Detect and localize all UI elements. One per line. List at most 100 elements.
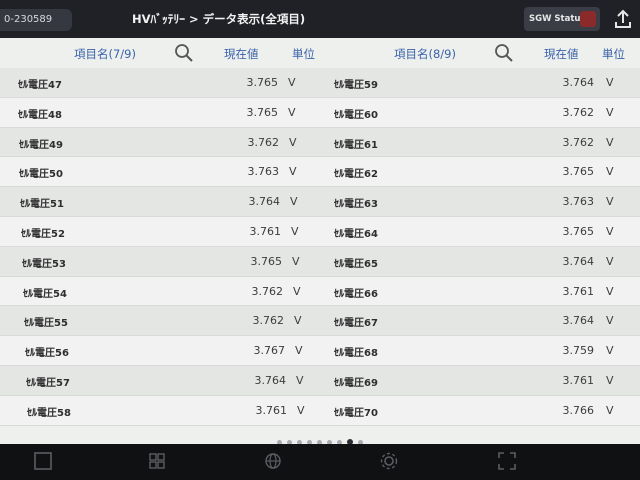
item-value: 3.765 <box>562 165 595 179</box>
table-row[interactable]: ｾﾙ電圧56 3.767 V ｾﾙ電圧68 3.759 V <box>0 336 640 366</box>
globe-icon[interactable] <box>262 450 284 472</box>
item-name: ｾﾙ電圧56 <box>25 348 69 360</box>
column-header-name-right: 項目名(8/9) <box>394 47 456 61</box>
item-name: ｾﾙ電圧70 <box>334 407 378 419</box>
item-unit: V <box>606 254 614 268</box>
vin-chip[interactable]: 0-230589 <box>0 9 72 31</box>
item-name: ｾﾙ電圧63 <box>334 199 378 211</box>
item-name: ｾﾙ電圧50 <box>19 169 63 181</box>
item-value: 3.763 <box>562 195 595 209</box>
table-row[interactable]: ｾﾙ電圧55 3.762 V ｾﾙ電圧67 3.764 V <box>0 306 640 337</box>
item-unit: V <box>606 165 614 179</box>
item-unit: V <box>606 403 614 417</box>
item-value: 3.762 <box>252 314 285 328</box>
item-name: ｾﾙ電圧53 <box>22 258 66 270</box>
sgw-status-icon <box>580 11 596 27</box>
page-title: HVﾊﾞｯﾃﾘｰ > データ表示(全項目) <box>132 12 306 26</box>
item-value: 3.765 <box>562 224 595 238</box>
item-name: ｾﾙ電圧66 <box>334 288 378 300</box>
grid-icon[interactable] <box>146 450 168 472</box>
table-row[interactable]: ｾﾙ電圧57 3.764 V ｾﾙ電圧69 3.761 V <box>0 365 640 396</box>
table-row[interactable]: ｾﾙ電圧50 3.763 V ｾﾙ電圧62 3.765 V <box>0 157 640 188</box>
gear-icon[interactable] <box>378 450 400 472</box>
item-unit: V <box>289 135 297 149</box>
export-icon[interactable] <box>612 8 634 30</box>
table-rows: ｾﾙ電圧47 3.765 V ｾﾙ電圧59 3.764 V ｾﾙ電圧48 3.765 V ｾﾙ電圧… <box>0 68 640 426</box>
item-unit: V <box>606 224 614 238</box>
fullscreen-icon[interactable] <box>496 450 518 472</box>
item-value: 3.766 <box>562 403 595 417</box>
item-value: 3.765 <box>246 105 279 119</box>
column-header-value-right: 現在値 <box>544 47 579 61</box>
item-unit: V <box>296 373 304 387</box>
item-value: 3.765 <box>246 76 279 89</box>
item-value: 3.762 <box>562 105 595 119</box>
table-row[interactable]: ｾﾙ電圧52 3.761 V ｾﾙ電圧64 3.765 V <box>0 216 640 247</box>
item-unit: V <box>291 224 299 238</box>
search-icon[interactable] <box>174 43 194 63</box>
item-name: ｾﾙ電圧54 <box>23 288 67 300</box>
table-row[interactable]: ｾﾙ電圧48 3.765 V ｾﾙ電圧60 3.762 V <box>0 97 640 128</box>
item-unit: V <box>288 105 296 119</box>
item-value: 3.764 <box>562 254 595 268</box>
item-name: ｾﾙ電圧55 <box>24 318 68 330</box>
item-name: ｾﾙ電圧60 <box>334 109 378 121</box>
item-value: 3.759 <box>562 344 595 358</box>
search-icon[interactable] <box>494 43 514 63</box>
table-row[interactable]: ｾﾙ電圧54 3.762 V ｾﾙ電圧66 3.761 V <box>0 276 640 307</box>
item-unit: V <box>295 344 303 358</box>
column-header-name-left: 項目名(7/9) <box>74 47 136 61</box>
item-value: 3.761 <box>562 284 595 298</box>
item-value: 3.764 <box>248 195 281 209</box>
column-header-value-left: 現在値 <box>224 47 259 61</box>
item-unit: V <box>297 403 305 417</box>
table-row[interactable]: ｾﾙ電圧49 3.762 V ｾﾙ電圧61 3.762 V <box>0 127 640 158</box>
item-name: ｾﾙ電圧67 <box>334 318 378 330</box>
item-unit: V <box>606 314 614 328</box>
page-indicator <box>0 430 640 445</box>
item-unit: V <box>289 165 297 179</box>
item-unit: V <box>606 373 614 387</box>
item-value: 3.764 <box>254 373 287 387</box>
item-value: 3.767 <box>253 344 286 358</box>
item-value: 3.764 <box>562 76 595 89</box>
table-row[interactable]: ｾﾙ電圧47 3.765 V ｾﾙ電圧59 3.764 V <box>0 68 640 98</box>
item-value: 3.761 <box>255 403 288 417</box>
sgw-status-button[interactable]: SGW Status <box>524 7 600 31</box>
item-name: ｾﾙ電圧61 <box>334 139 378 151</box>
item-value: 3.762 <box>562 135 595 149</box>
item-unit: V <box>292 254 300 268</box>
bottom-nav <box>0 444 640 480</box>
item-unit: V <box>288 76 296 89</box>
table-row[interactable]: ｾﾙ電圧58 3.761 V ｾﾙ電圧70 3.766 V <box>0 395 640 426</box>
item-name: ｾﾙ電圧69 <box>334 377 378 389</box>
item-name: ｾﾙ電圧48 <box>18 109 62 121</box>
square-icon[interactable] <box>32 450 54 472</box>
item-name: ｾﾙ電圧47 <box>18 80 62 91</box>
table-row[interactable]: ｾﾙ電圧51 3.764 V ｾﾙ電圧63 3.763 V <box>0 187 640 217</box>
table-row[interactable]: ｾﾙ電圧53 3.765 V ｾﾙ電圧65 3.764 V <box>0 246 640 277</box>
item-name: ｾﾙ電圧64 <box>334 228 378 240</box>
item-unit: V <box>606 135 614 149</box>
item-unit: V <box>606 76 614 89</box>
table-header: 項目名(7/9) 現在値 単位 項目名(8/9) 現在値 単位 <box>0 38 640 68</box>
item-value: 3.762 <box>247 135 280 149</box>
column-header-unit-left: 単位 <box>292 47 315 61</box>
item-name: ｾﾙ電圧58 <box>27 407 71 419</box>
item-value: 3.764 <box>562 314 595 328</box>
top-bar: 0-230589 HVﾊﾞｯﾃﾘｰ > データ表示(全項目) SGW Statu… <box>0 0 640 38</box>
item-value: 3.763 <box>247 165 280 179</box>
item-name: ｾﾙ電圧49 <box>19 139 63 151</box>
item-name: ｾﾙ電圧51 <box>20 199 64 211</box>
item-value: 3.762 <box>251 284 284 298</box>
item-unit: V <box>290 195 298 209</box>
column-header-unit-right: 単位 <box>602 47 625 61</box>
item-name: ｾﾙ電圧57 <box>26 377 70 389</box>
item-value: 3.761 <box>562 373 595 387</box>
item-unit: V <box>294 314 302 328</box>
item-value: 3.765 <box>250 254 283 268</box>
item-unit: V <box>293 284 301 298</box>
item-value: 3.761 <box>249 224 282 238</box>
item-unit: V <box>606 344 614 358</box>
item-name: ｾﾙ電圧65 <box>334 258 378 270</box>
